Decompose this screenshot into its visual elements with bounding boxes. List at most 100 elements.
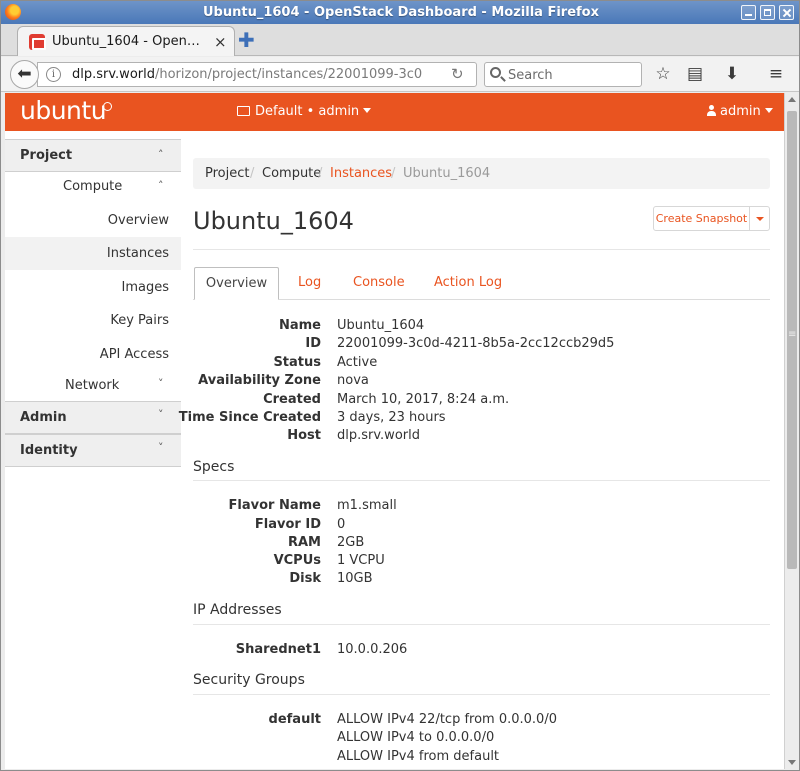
project-selector[interactable]: Default • admin [237, 104, 372, 119]
dashboard-header: ubuntu Default • admin admin [5, 93, 784, 131]
project-icon [237, 106, 250, 116]
breadcrumb-instances-link[interactable]: Instances [330, 166, 392, 181]
tab-log[interactable]: Log [298, 267, 321, 300]
scroll-down-icon[interactable] [788, 760, 796, 765]
breadcrumb-current: Ubuntu_1604 [403, 166, 491, 181]
sidebar-section-project[interactable]: Project ˄ [5, 139, 181, 172]
detail-row: RAM 2GB [193, 535, 770, 553]
sidebar-subsection-label: Network [65, 378, 120, 393]
sidebar-item-label: Key Pairs [110, 313, 169, 328]
detail-row: Status Active [193, 355, 770, 373]
user-menu-label: admin [720, 104, 761, 119]
detail-row: Sharednet1 10.0.0.206 [193, 642, 770, 660]
ubuntu-logo[interactable]: ubuntu [20, 96, 112, 125]
detail-row: Availability Zone nova [193, 373, 770, 391]
detail-row: ALLOW IPv4 from default [193, 749, 770, 767]
url-bar[interactable]: i dlp.srv.world/horizon/project/instance… [37, 62, 477, 87]
sidebar-item-overview[interactable]: Overview [5, 204, 181, 237]
divider [193, 480, 770, 481]
navigation-bar: i dlp.srv.world/horizon/project/instance… [1, 57, 799, 92]
detail-key: VCPUs [273, 553, 321, 568]
browser-window: Ubuntu_1604 - OpenStack Dashboard - Mozi… [0, 0, 800, 771]
sidebar-subsection-network[interactable]: Network ˅ [5, 370, 181, 403]
sidebar-section-admin[interactable]: Admin ˅ [5, 401, 181, 434]
title-bar: Ubuntu_1604 - OpenStack Dashboard - Mozi… [1, 1, 799, 24]
scroll-up-icon[interactable] [788, 97, 796, 102]
url-path: /horizon/project/instances/22001099-3c0 [154, 67, 423, 82]
page-viewport: ubuntu Default • admin admin Project ˄ C… [5, 93, 784, 769]
sidebar-item-label: Instances [106, 246, 169, 261]
sidebar: Project ˄ Compute ˄ Overview Instances I… [5, 131, 181, 769]
project-selector-label: Default • admin [255, 104, 360, 119]
breadcrumb-compute: Compute [262, 166, 322, 181]
search-bar[interactable] [484, 62, 642, 87]
chevron-down-icon: ˅ [158, 408, 164, 421]
bookmark-star-icon[interactable]: ☆ [652, 63, 674, 85]
detail-key: Time Since Created [178, 410, 321, 425]
back-button[interactable]: ⬅ [10, 60, 39, 89]
sidebar-section-label: Identity [20, 443, 78, 458]
breadcrumb: Project / Compute / Instances / Ubuntu_1… [193, 158, 770, 189]
detail-tabs: Overview Log Console Action Log [193, 267, 770, 300]
url-text[interactable]: dlp.srv.world/horizon/project/instances/… [72, 67, 422, 82]
info-icon[interactable]: i [46, 67, 61, 82]
tab-overview[interactable]: Overview [194, 267, 279, 300]
minimize-button[interactable] [741, 5, 756, 20]
sidebar-subsection-compute[interactable]: Compute ˄ [5, 171, 181, 204]
user-menu[interactable]: admin [707, 104, 773, 119]
reading-list-icon[interactable]: ▤ [684, 63, 706, 85]
divider [193, 694, 770, 695]
new-tab-button[interactable]: ✚ [238, 30, 255, 50]
detail-key: Host [287, 428, 321, 443]
breadcrumb-separator: / [391, 166, 396, 181]
tab-strip: Ubuntu_1604 - Open… × ✚ [1, 24, 799, 56]
divider [193, 624, 770, 625]
openstack-favicon-icon [29, 34, 46, 50]
detail-value: Active [337, 355, 378, 370]
actions-dropdown-toggle[interactable] [750, 207, 769, 230]
breadcrumb-separator: / [318, 166, 323, 181]
sidebar-item-label: Images [121, 280, 170, 295]
detail-row: Disk 10GB [193, 571, 770, 589]
detail-value: 10.0.0.206 [337, 642, 408, 657]
sidebar-item-instances[interactable]: Instances [5, 237, 181, 270]
detail-value: 3 days, 23 hours [337, 410, 446, 425]
sidebar-item-api-access[interactable]: API Access [5, 338, 181, 371]
tab-action-log[interactable]: Action Log [434, 267, 502, 300]
url-host: dlp.srv.world [72, 67, 155, 82]
page-title: Ubuntu_1604 [193, 207, 354, 235]
section-heading-specs: Specs [193, 459, 235, 475]
maximize-button[interactable] [760, 5, 775, 20]
security-rule: ALLOW IPv4 to 0.0.0.0/0 [337, 730, 495, 745]
breadcrumb-separator: / [250, 166, 255, 181]
detail-row: Name Ubuntu_1604 [193, 318, 770, 336]
sidebar-subsection-label: Compute [63, 179, 123, 194]
download-icon[interactable]: ⬇ [721, 63, 743, 85]
tab-close-icon[interactable]: × [214, 33, 227, 51]
browser-tab[interactable]: Ubuntu_1604 - Open… × [17, 26, 235, 56]
sidebar-section-identity[interactable]: Identity ˅ [5, 434, 181, 467]
tab-console[interactable]: Console [353, 267, 405, 300]
sidebar-item-key-pairs[interactable]: Key Pairs [5, 304, 181, 337]
chevron-up-icon: ˄ [158, 179, 164, 192]
detail-row: Flavor Name m1.small [193, 498, 770, 516]
close-window-button[interactable] [779, 5, 794, 20]
vertical-scrollbar[interactable] [784, 93, 798, 769]
menu-icon[interactable]: ≡ [765, 63, 787, 85]
create-snapshot-button[interactable]: Create Snapshot [654, 207, 750, 230]
sidebar-item-images[interactable]: Images [5, 271, 181, 304]
chevron-up-icon: ˄ [158, 148, 164, 161]
reload-icon[interactable]: ↻ [451, 65, 464, 83]
detail-value: nova [337, 373, 369, 388]
detail-value: 10GB [337, 571, 373, 586]
search-input[interactable] [508, 66, 638, 84]
detail-key: Flavor Name [228, 498, 321, 513]
detail-key: Availability Zone [198, 373, 321, 388]
scrollbar-thumb[interactable] [787, 111, 797, 569]
detail-key: Disk [289, 571, 321, 586]
section-heading-security-groups: Security Groups [193, 672, 305, 688]
detail-value: 1 VCPU [337, 553, 385, 568]
detail-row: VCPUs 1 VCPU [193, 553, 770, 571]
detail-key: Name [278, 318, 321, 333]
brand-text: ubuntu [20, 96, 107, 125]
